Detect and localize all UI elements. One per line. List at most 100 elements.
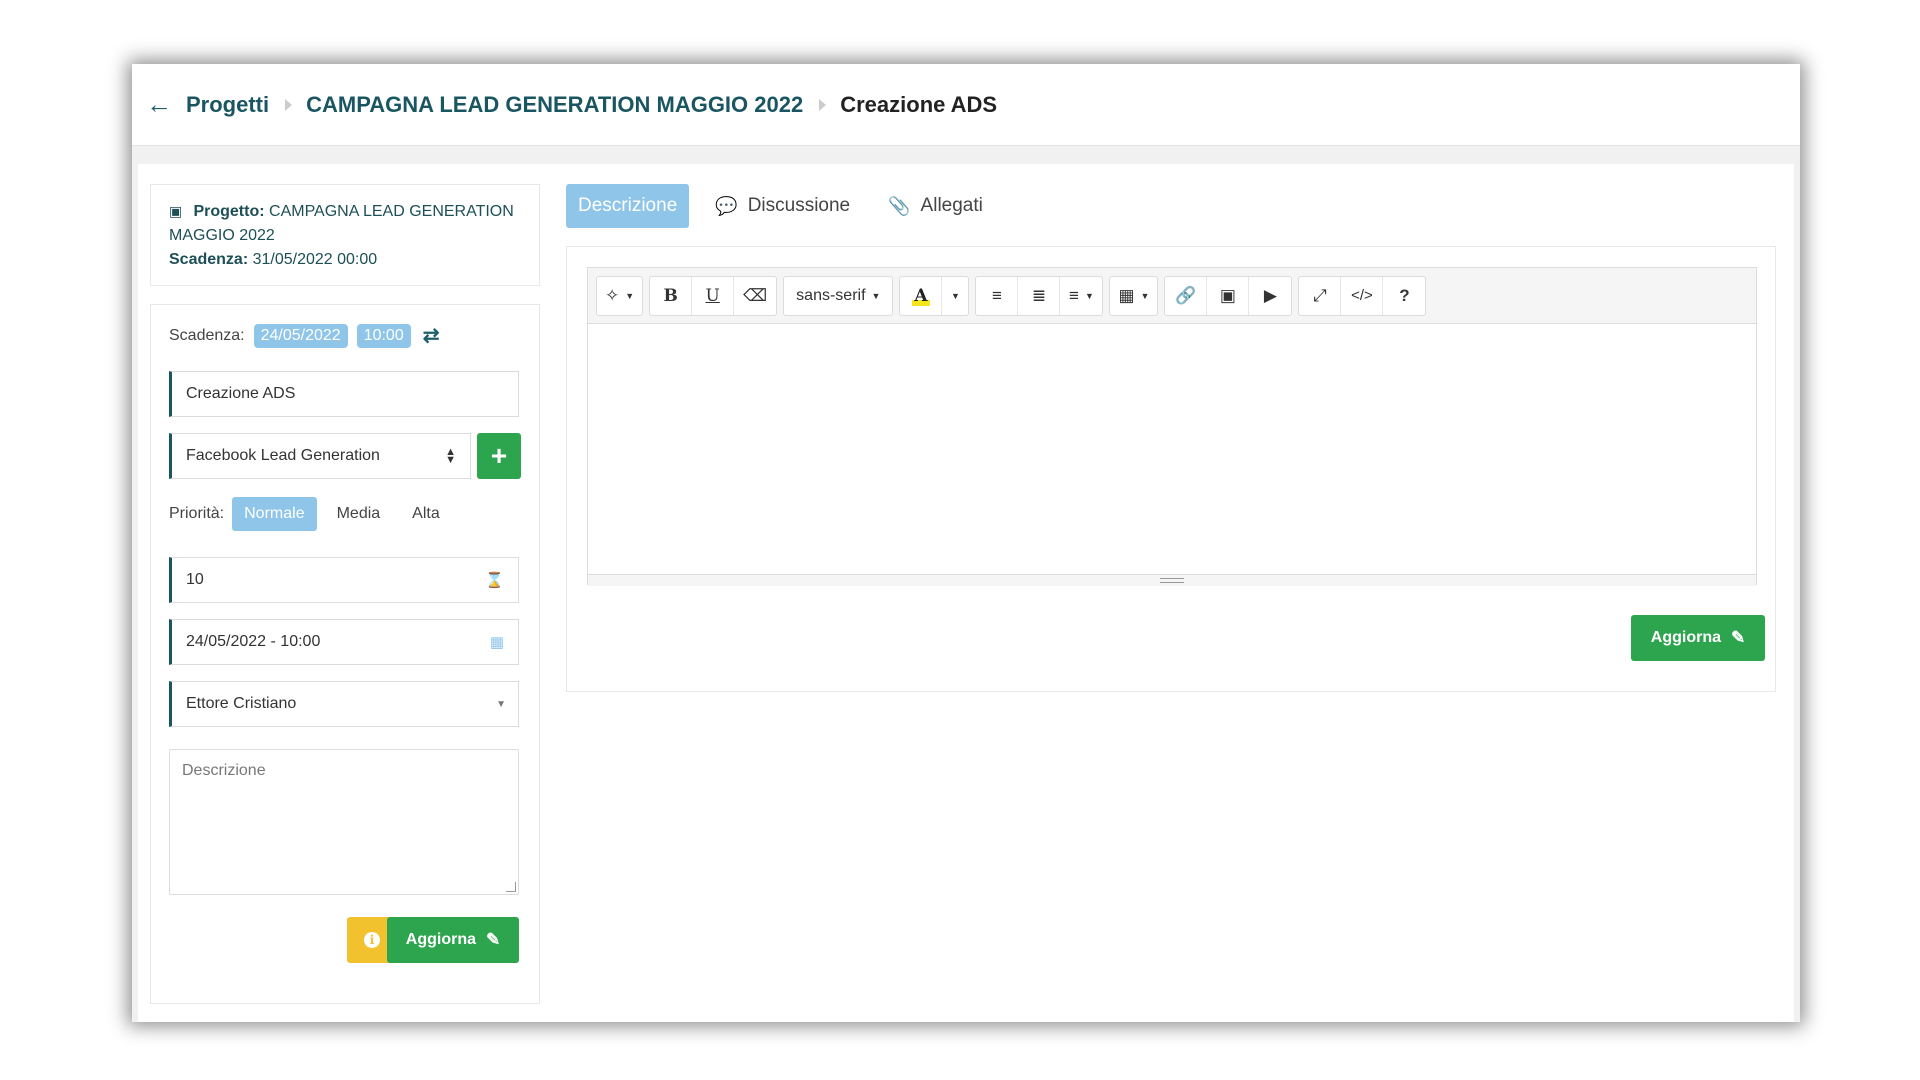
back-arrow-icon[interactable]: ← bbox=[146, 89, 186, 120]
caret-icon: ▼ bbox=[950, 290, 960, 301]
project-tree-icon: ▣ bbox=[169, 203, 183, 219]
text-color-dropdown[interactable]: ▼ bbox=[942, 277, 968, 315]
editor-card: ✧ ▼ B U ⌫ sans-serif ▼ A ▼ ≡ ≣ ≡ ▼ ▦ ▼ 🔗… bbox=[566, 246, 1776, 692]
eraser-icon: ⌫ bbox=[743, 285, 768, 305]
magic-style-button[interactable]: ✧ ▼ bbox=[597, 277, 642, 315]
fullscreen-button[interactable]: ⤢ bbox=[1299, 276, 1342, 315]
video-button[interactable]: ▶ bbox=[1249, 277, 1291, 315]
breadcrumb: ← Progetti CAMPAGNA LEAD GENERATION MAGG… bbox=[132, 64, 1800, 146]
image-button[interactable]: ▣ bbox=[1207, 276, 1250, 315]
assignee-select[interactable]: Ettore Cristiano ▼ bbox=[169, 681, 519, 727]
hours-field[interactable]: 10 ⌛ bbox=[169, 557, 519, 603]
datetime-field[interactable]: 24/05/2022 - 10:00 ▦ bbox=[169, 619, 519, 665]
list-group: ≡ ≣ ≡ ▼ bbox=[975, 275, 1104, 316]
code-view-button[interactable]: </> bbox=[1341, 276, 1384, 315]
resize-grip-icon[interactable] bbox=[506, 882, 516, 892]
underline-button[interactable]: U bbox=[692, 276, 735, 315]
update-task-button[interactable]: Aggiorna ✎ bbox=[387, 917, 519, 963]
bullet-list-icon: ≡ bbox=[991, 285, 1002, 305]
editor-toolbar: ✧ ▼ B U ⌫ sans-serif ▼ A ▼ ≡ ≣ ≡ ▼ ▦ ▼ 🔗… bbox=[588, 268, 1756, 324]
deadline-label: Scadenza: bbox=[169, 326, 245, 344]
update-description-button[interactable]: Aggiorna ✎ bbox=[1631, 615, 1765, 661]
app-window: ← Progetti CAMPAGNA LEAD GENERATION MAGG… bbox=[132, 64, 1800, 1022]
numbered-list-button[interactable]: ≣ bbox=[1018, 276, 1061, 315]
code-icon: </> bbox=[1351, 287, 1373, 304]
tab-descrizione[interactable]: Descrizione bbox=[566, 184, 690, 228]
info-icon: i bbox=[364, 932, 380, 948]
content-area: ▣ Progetto: CAMPAGNA LEAD GENERATION MAG… bbox=[132, 164, 1800, 1022]
description-textarea[interactable]: Descrizione bbox=[169, 749, 519, 895]
project-info-card: ▣ Progetto: CAMPAGNA LEAD GENERATION MAG… bbox=[150, 184, 540, 286]
priority-media[interactable]: Media bbox=[325, 497, 393, 531]
video-icon: ▶ bbox=[1263, 285, 1277, 305]
chevron-down-icon: ▼ bbox=[496, 698, 506, 710]
priority-normale[interactable]: Normale bbox=[232, 497, 317, 531]
deadline-date-badge[interactable]: 24/05/2022 bbox=[253, 323, 348, 348]
numbered-list-icon: ≣ bbox=[1031, 285, 1047, 305]
fullscreen-icon: ⤢ bbox=[1313, 285, 1327, 305]
bullet-list-button[interactable]: ≡ bbox=[976, 276, 1019, 315]
breadcrumb-project[interactable]: CAMPAGNA LEAD GENERATION MAGGIO 2022 bbox=[306, 92, 803, 118]
breadcrumb-separator-icon bbox=[285, 98, 293, 111]
category-value: Facebook Lead Generation bbox=[186, 447, 380, 464]
view-group: ⤢ </> ? bbox=[1298, 275, 1427, 316]
help-icon: ? bbox=[1399, 285, 1410, 305]
tab-bar: Descrizione 💬 Discussione 📎 Allegati bbox=[566, 184, 1009, 228]
help-button[interactable]: ? bbox=[1383, 277, 1425, 315]
project-deadline-label: Scadenza: bbox=[169, 251, 249, 268]
bold-button[interactable]: B bbox=[650, 276, 693, 315]
table-icon: ▦ bbox=[1118, 285, 1135, 305]
font-family-select[interactable]: sans-serif ▼ bbox=[784, 277, 892, 315]
project-deadline-value: 31/05/2022 00:00 bbox=[252, 251, 378, 268]
priority-alta[interactable]: Alta bbox=[400, 497, 452, 531]
magic-wand-icon: ✧ bbox=[605, 285, 620, 305]
hourglass-icon: ⌛ bbox=[485, 572, 504, 589]
category-select[interactable]: Facebook Lead Generation ▲ ▼ bbox=[169, 433, 471, 479]
tab-allegati[interactable]: 📎 Allegati bbox=[876, 184, 995, 228]
caret-icon: ▼ bbox=[1084, 290, 1094, 301]
breadcrumb-progetti[interactable]: Progetti bbox=[186, 92, 269, 118]
text-color-icon: A bbox=[912, 285, 930, 306]
table-group: ▦ ▼ bbox=[1109, 275, 1159, 316]
paperclip-icon: 📎 bbox=[888, 195, 911, 216]
tab-discussione-label: Discussione bbox=[747, 195, 851, 216]
insert-group: 🔗 ▣ ▶ bbox=[1164, 275, 1293, 316]
title-value: Creazione ADS bbox=[186, 385, 296, 402]
priority-selector: Priorità: Normale Media Alta bbox=[169, 497, 452, 531]
color-group: A ▼ bbox=[899, 275, 970, 316]
align-button[interactable]: ≡ ▼ bbox=[1060, 277, 1102, 315]
image-icon: ▣ bbox=[1219, 285, 1236, 305]
tab-allegati-label: Allegati bbox=[920, 195, 983, 216]
table-button[interactable]: ▦ ▼ bbox=[1110, 277, 1157, 315]
resize-handle-icon bbox=[1160, 578, 1184, 583]
title-field[interactable]: Creazione ADS bbox=[169, 371, 519, 417]
caret-icon: ▼ bbox=[871, 290, 881, 301]
add-category-button[interactable]: + bbox=[477, 433, 521, 479]
underline-icon: U bbox=[705, 285, 720, 306]
text-color-button[interactable]: A bbox=[900, 276, 943, 315]
caret-icon: ▼ bbox=[1140, 290, 1150, 301]
editor-resize-bar[interactable] bbox=[588, 574, 1756, 586]
style-group: ✧ ▼ bbox=[596, 275, 644, 316]
edit-icon: ✎ bbox=[485, 930, 501, 949]
swap-icon[interactable]: ⇄ bbox=[423, 323, 440, 348]
comments-icon: 💬 bbox=[715, 195, 738, 216]
rich-text-editor: ✧ ▼ B U ⌫ sans-serif ▼ A ▼ ≡ ≣ ≡ ▼ ▦ ▼ 🔗… bbox=[587, 267, 1757, 586]
deadline-time-badge[interactable]: 10:00 bbox=[356, 323, 411, 348]
font-group: sans-serif ▼ bbox=[783, 275, 894, 316]
tab-discussione[interactable]: 💬 Discussione bbox=[703, 184, 862, 228]
update-task-label: Aggiorna bbox=[405, 931, 476, 948]
link-button[interactable]: 🔗 bbox=[1165, 276, 1208, 315]
clear-format-button[interactable]: ⌫ bbox=[734, 277, 776, 315]
description-placeholder: Descrizione bbox=[182, 762, 266, 779]
breadcrumb-separator-icon bbox=[819, 98, 827, 111]
project-label: Progetto: bbox=[193, 203, 265, 220]
deadline-row: Scadenza: 24/05/2022 10:00 ⇄ bbox=[169, 323, 440, 348]
edit-icon: ✎ bbox=[1730, 628, 1746, 647]
caret-icon: ▼ bbox=[625, 290, 635, 301]
editor-content-area[interactable] bbox=[588, 324, 1756, 574]
breadcrumb-current: Creazione ADS bbox=[840, 91, 998, 117]
datetime-value: 24/05/2022 - 10:00 bbox=[186, 633, 321, 650]
updown-caret-icon: ▲ ▼ bbox=[445, 446, 456, 466]
task-form-card: Scadenza: 24/05/2022 10:00 ⇄ Creazione A… bbox=[150, 304, 540, 1004]
